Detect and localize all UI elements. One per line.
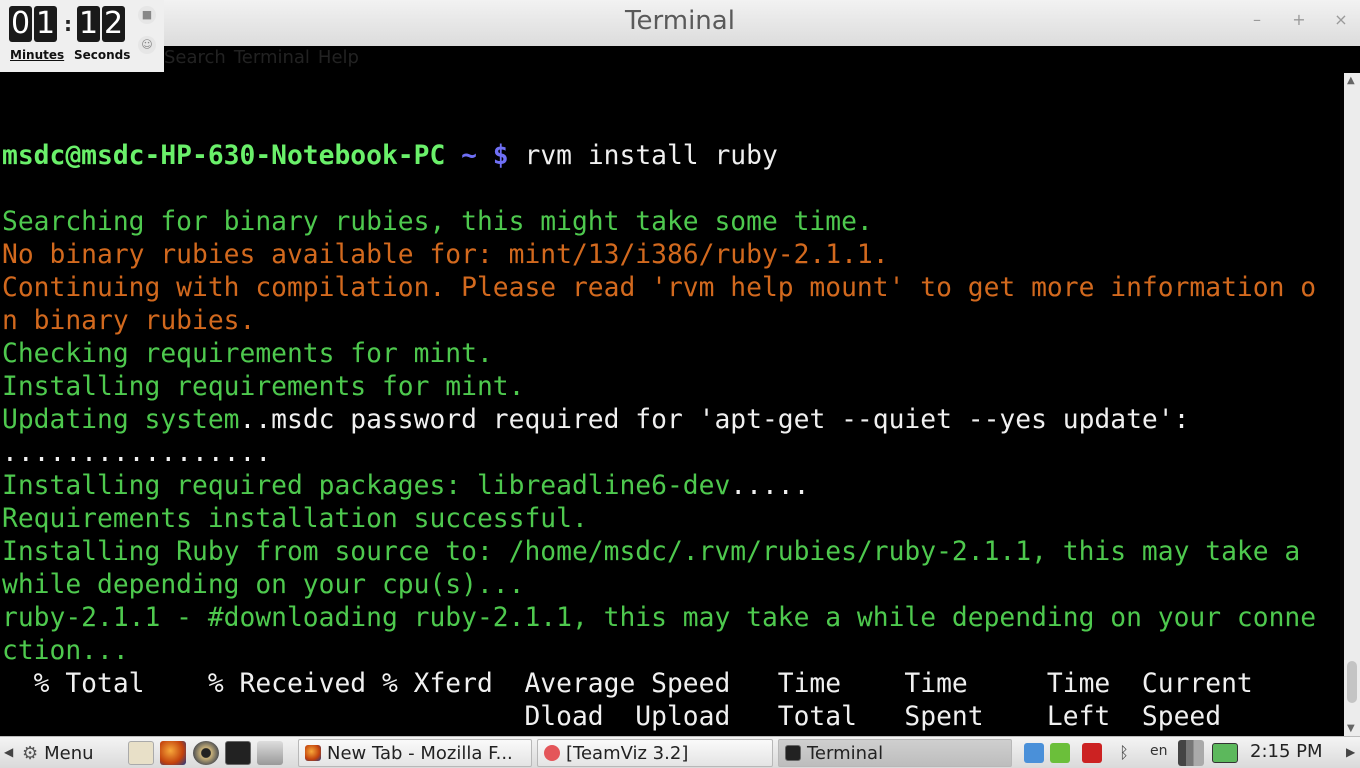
start-menu-label: Menu [44,742,94,764]
terminal-line: Updating system..msdc password required … [2,404,1344,437]
taskbar-right-arrow-icon[interactable]: ▶ [1346,745,1355,759]
terminal-text-segment: % Total % Received % Xferd Average Speed… [2,669,1253,699]
terminal-line: Searching for binary rubies, this might … [2,206,1344,239]
taskbar: ◀ ⚙ Menu New Tab - Mozilla F... [TeamViz… [0,736,1360,768]
terminal-text-segment: Updating system [2,405,240,435]
prompt-path: ~ $ [445,141,509,171]
menu-help[interactable]: Help [314,46,363,72]
terminal-text-segment: Requirements installation successful. [2,504,588,534]
terminal-text-segment: Dload Upload Total Spent Left Speed [2,702,1222,732]
scroll-up-arrow-icon[interactable]: ▲ [1347,75,1355,86]
package-manager-launcher-icon[interactable] [257,741,283,765]
terminal-line: ruby-2.1.1 - #downloading ruby-2.1.1, th… [2,602,1344,635]
terminal-text-segment: ction... [2,636,129,666]
terminal-text-segment: ruby-2.1.1 - #downloading ruby-2.1.1, th… [2,603,1317,633]
minutes-label: Minutes [10,48,65,62]
terminal-line: ................. [2,437,1344,470]
timer-stop-icon[interactable]: ■ [138,6,156,24]
window-title: Terminal [625,6,735,36]
task-label: New Tab - Mozilla F... [327,742,513,764]
terminal-text-segment: Checking requirements for mint. [2,339,493,369]
terminal-line: while depending on your cpu(s)... [2,569,1344,602]
terminal-text-segment: No binary rubies available for: mint/13/… [2,240,889,270]
close-button[interactable]: × [1330,10,1352,29]
terminal-line: Installing required packages: libreadlin… [2,470,1344,503]
start-menu-button[interactable]: ⚙ Menu [22,740,94,766]
audio-player-launcher-icon[interactable] [193,741,219,765]
firefox-launcher-icon[interactable] [160,741,186,765]
scroll-down-arrow-icon[interactable]: ▼ [1347,723,1355,734]
maximize-button[interactable]: + [1288,10,1310,29]
terminal-scrollbar[interactable]: ▲ ▼ [1344,73,1360,736]
menu-terminal[interactable]: Terminal [230,46,314,72]
task-firefox[interactable]: New Tab - Mozilla F... [298,739,532,767]
terminal-line: ction... [2,635,1344,668]
timer-digit: 2 [102,6,125,42]
menubar: Search Terminal Help [160,46,363,72]
clock[interactable]: 2:15 PM [1250,741,1323,762]
gear-icon: ⚙ [22,742,39,764]
terminal-text-segment: Searching for binary rubies, this might … [2,207,873,237]
timer-colon: : [64,12,72,36]
seconds-label: Seconds [74,48,131,62]
dropbox-icon[interactable] [1024,743,1044,763]
terminal-line: Dload Upload Total Spent Left Speed [2,701,1344,734]
terminal-line: Requirements installation successful. [2,503,1344,536]
terminal-text-segment: while depending on your cpu(s)... [2,570,525,600]
terminal-text-segment: Installing required packages: libreadlin… [2,471,731,501]
taskbar-left-arrow-icon[interactable]: ◀ [4,745,13,759]
prompt-command: rvm install ruby [508,141,778,171]
timer-digit: 0 [9,6,32,42]
countdown-timer-widget: 0 1 : 1 2 Minutes Seconds ■ ☺ [0,0,164,72]
window-titlebar[interactable]: Terminal – + × [0,0,1360,46]
minimize-button[interactable]: – [1246,10,1268,29]
terminal-text-segment: Continuing with compilation. Please read… [2,273,1317,303]
menu-search[interactable]: Search [160,46,230,72]
task-label: [TeamViz 3.2] [566,742,689,764]
tomato-icon [544,745,560,761]
prompt-user: msdc@msdc-HP-630-Notebook-PC [2,141,446,171]
terminal-output[interactable]: msdc@msdc-HP-630-Notebook-PC ~ $ rvm ins… [0,73,1344,736]
terminal-line: Installing requirements for mint. [2,371,1344,404]
task-terminal[interactable]: Terminal [778,739,1012,767]
text-editor-launcher-icon[interactable] [128,741,154,765]
task-label: Terminal [807,742,884,764]
network-signal-icon[interactable] [1178,740,1204,766]
update-check-icon[interactable] [1050,743,1070,763]
terminal-line: n binary rubies. [2,305,1344,338]
prompt-line: msdc@msdc-HP-630-Notebook-PC ~ $ rvm ins… [2,140,1344,173]
scroll-thumb[interactable] [1347,661,1357,703]
firefox-icon [305,745,321,761]
bluetooth-icon[interactable]: ᛒ [1114,743,1134,763]
terminal-text-segment: ..msdc password required for 'apt-get --… [239,405,1190,435]
terminal-text-segment: Installing Ruby from source to: /home/ms… [2,537,1301,567]
terminal-line: Installing Ruby from source to: /home/ms… [2,536,1344,569]
timer-face-icon[interactable]: ☺ [138,36,156,54]
timer-digit: 1 [77,6,100,42]
terminal-text-segment: Installing requirements for mint. [2,372,525,402]
terminal-text-segment: ................. [2,438,272,468]
terminal-icon [785,745,801,761]
stop-icon[interactable] [1082,743,1102,763]
terminal-line: % Total % Received % Xferd Average Speed… [2,668,1344,701]
terminal-launcher-icon[interactable] [225,741,251,765]
terminal-text-segment: n binary rubies. [2,306,256,336]
task-teamviz[interactable]: [TeamViz 3.2] [537,739,773,767]
terminal-text-segment: ..... [730,471,810,501]
terminal-line: No binary rubies available for: mint/13/… [2,239,1344,272]
keyboard-language[interactable]: en [1150,743,1168,759]
terminal-line: Checking requirements for mint. [2,338,1344,371]
terminal-line: Continuing with compilation. Please read… [2,272,1344,305]
battery-icon[interactable] [1212,743,1238,763]
timer-digit: 1 [34,6,57,42]
